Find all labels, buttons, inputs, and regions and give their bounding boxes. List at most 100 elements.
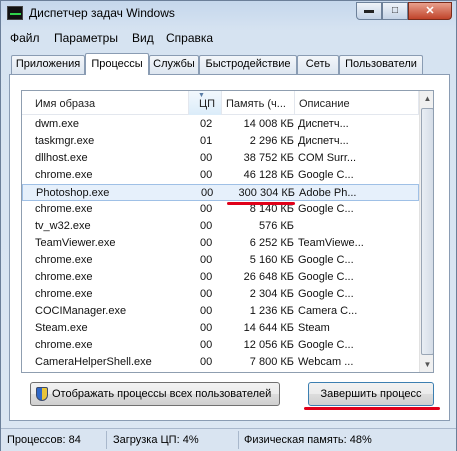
scrollbar-thumb[interactable] (421, 108, 433, 355)
table-row[interactable]: dwm.exe 02 14 008 КБ Диспетч... (22, 116, 419, 133)
process-cpu-cell: 00 (200, 271, 213, 283)
task-manager-app-icon (7, 6, 23, 20)
process-name-cell: tv_w32.exe (35, 220, 91, 232)
process-list[interactable]: Имя образа ▼ ЦП Память (ч... Описание dw… (21, 90, 434, 373)
process-description-cell: Диспетч... (298, 135, 349, 147)
process-cpu-cell: 00 (200, 322, 213, 334)
process-memory-cell: 6 252 КБ (249, 237, 294, 249)
process-memory-cell: 14 644 КБ (243, 322, 294, 334)
process-description-cell: Google C... (298, 271, 354, 283)
process-memory-cell: 14 008 КБ (243, 118, 294, 130)
process-cpu-cell: 00 (200, 288, 213, 300)
tab-processes[interactable]: Процессы (85, 53, 149, 75)
menu-view[interactable]: Вид (132, 31, 154, 45)
process-memory-cell: 2 296 КБ (249, 135, 294, 147)
process-memory-cell: 300 304 КБ (238, 187, 295, 199)
tab-performance[interactable]: Быстродействие (199, 55, 297, 74)
show-all-users-button[interactable]: Отображать процессы всех пользователей (30, 382, 280, 406)
table-row[interactable]: chrome.exe 00 8 140 КБ Google C... (22, 201, 419, 218)
process-name-cell: chrome.exe (35, 339, 93, 351)
process-description-cell: Google C... (298, 288, 354, 300)
table-row[interactable]: COCIManager.exe 00 1 236 КБ Camera C... (22, 303, 419, 320)
process-memory-cell: 38 752 КБ (243, 152, 294, 164)
scroll-down-icon[interactable]: ▼ (420, 357, 433, 372)
process-name-cell: TeamViewer.exe (35, 237, 116, 249)
process-cpu-cell: 02 (200, 118, 213, 130)
process-cpu-cell: 00 (200, 203, 213, 215)
process-memory-cell: 12 056 КБ (243, 339, 294, 351)
menu-help[interactable]: Справка (166, 31, 213, 45)
table-row[interactable]: dllhost.exe 00 38 752 КБ COM Surr... (22, 150, 419, 167)
process-description-cell: Диспетч... (298, 118, 349, 130)
process-name-cell: dwm.exe (35, 118, 80, 130)
process-name-cell: COCIManager.exe (35, 305, 127, 317)
process-cpu-cell: 00 (200, 169, 213, 181)
table-row[interactable]: Photoshop.exe 00 300 304 КБ Adobe Ph... (22, 184, 419, 201)
show-all-users-label: Отображать процессы всех пользователей (52, 388, 272, 400)
end-process-highlight-underline (304, 407, 440, 410)
process-name-cell: chrome.exe (35, 288, 93, 300)
status-cpu-load: Загрузка ЦП: 4% (113, 434, 199, 446)
tab-applications[interactable]: Приложения (11, 55, 85, 74)
menu-file[interactable]: Файл (10, 31, 40, 45)
table-row[interactable]: TeamViewer.exe 00 6 252 КБ TeamViewe... (22, 235, 419, 252)
scroll-up-icon[interactable]: ▲ (420, 91, 433, 106)
close-button[interactable]: ✕ (408, 2, 452, 20)
process-description-cell: Google C... (298, 339, 354, 351)
table-row[interactable]: chrome.exe 00 46 128 КБ Google C... (22, 167, 419, 184)
process-name-cell: chrome.exe (35, 271, 93, 283)
vertical-scrollbar[interactable]: ▲ ▼ (419, 91, 433, 372)
end-process-button[interactable]: Завершить процесс (308, 382, 434, 406)
minimize-button[interactable]: ▬ (356, 2, 382, 20)
process-name-cell: CameraHelperShell.exe (35, 356, 152, 368)
process-name-cell: chrome.exe (35, 203, 93, 215)
process-description-cell: COM Surr... (298, 152, 357, 164)
task-manager-window: Диспетчер задач Windows ▬ □ ✕ Файл Парам… (0, 0, 457, 451)
menu-options[interactable]: Параметры (54, 31, 118, 45)
table-row[interactable]: tv_w32.exe 00 576 КБ (22, 218, 419, 235)
title-bar[interactable]: Диспетчер задач Windows ▬ □ ✕ (1, 1, 456, 27)
process-memory-cell: 46 128 КБ (243, 169, 294, 181)
column-image-name[interactable]: Имя образа (22, 91, 189, 115)
process-cpu-cell: 00 (200, 356, 213, 368)
process-cpu-cell: 01 (200, 135, 213, 147)
status-physical-memory: Физическая память: 48% (244, 434, 372, 446)
process-memory-cell: 5 160 КБ (249, 254, 294, 266)
process-memory-cell: 7 800 КБ (249, 356, 294, 368)
process-memory-cell: 26 648 КБ (243, 271, 294, 283)
table-row[interactable]: chrome.exe 00 12 056 КБ Google C... (22, 337, 419, 354)
tab-network[interactable]: Сеть (297, 55, 339, 74)
status-bar: Процессов: 84 Загрузка ЦП: 4% Физическая… (1, 428, 456, 451)
table-row[interactable]: chrome.exe 00 5 160 КБ Google C... (22, 252, 419, 269)
process-description-cell: Google C... (298, 169, 354, 181)
process-name-cell: taskmgr.exe (35, 135, 95, 147)
process-description-cell: Google C... (298, 254, 354, 266)
column-memory[interactable]: Память (ч... (222, 91, 295, 115)
process-name-cell: Steam.exe (35, 322, 88, 334)
list-header: Имя образа ▼ ЦП Память (ч... Описание (22, 91, 419, 115)
table-row[interactable]: Steam.exe 00 14 644 КБ Steam (22, 320, 419, 337)
tab-services[interactable]: Службы (149, 55, 199, 74)
process-cpu-cell: 00 (200, 254, 213, 266)
process-description-cell: TeamViewe... (298, 237, 364, 249)
status-separator (106, 431, 107, 449)
maximize-button[interactable]: □ (382, 2, 408, 20)
process-memory-cell: 1 236 КБ (249, 305, 294, 317)
column-description[interactable]: Описание (295, 91, 419, 115)
process-cpu-cell: 00 (200, 220, 213, 232)
table-row[interactable]: chrome.exe 00 26 648 КБ Google C... (22, 269, 419, 286)
column-cpu[interactable]: ▼ ЦП (189, 91, 222, 115)
sort-desc-icon: ▼ (198, 92, 205, 99)
table-row[interactable]: taskmgr.exe 01 2 296 КБ Диспетч... (22, 133, 419, 150)
table-row[interactable]: CameraHelperShell.exe 00 7 800 КБ Webcam ..… (22, 354, 419, 371)
tab-users[interactable]: Пользователи (339, 55, 423, 74)
process-cpu-cell: 00 (200, 339, 213, 351)
menu-bar: Файл Параметры Вид Справка (1, 28, 456, 48)
process-cpu-cell: 00 (200, 152, 213, 164)
status-separator (238, 431, 239, 449)
table-row[interactable]: chrome.exe 00 2 304 КБ Google C... (22, 286, 419, 303)
window-title: Диспетчер задач Windows (29, 6, 175, 20)
process-cpu-cell: 00 (201, 187, 214, 199)
process-description-cell: Steam (298, 322, 330, 334)
uac-shield-icon (36, 387, 48, 401)
